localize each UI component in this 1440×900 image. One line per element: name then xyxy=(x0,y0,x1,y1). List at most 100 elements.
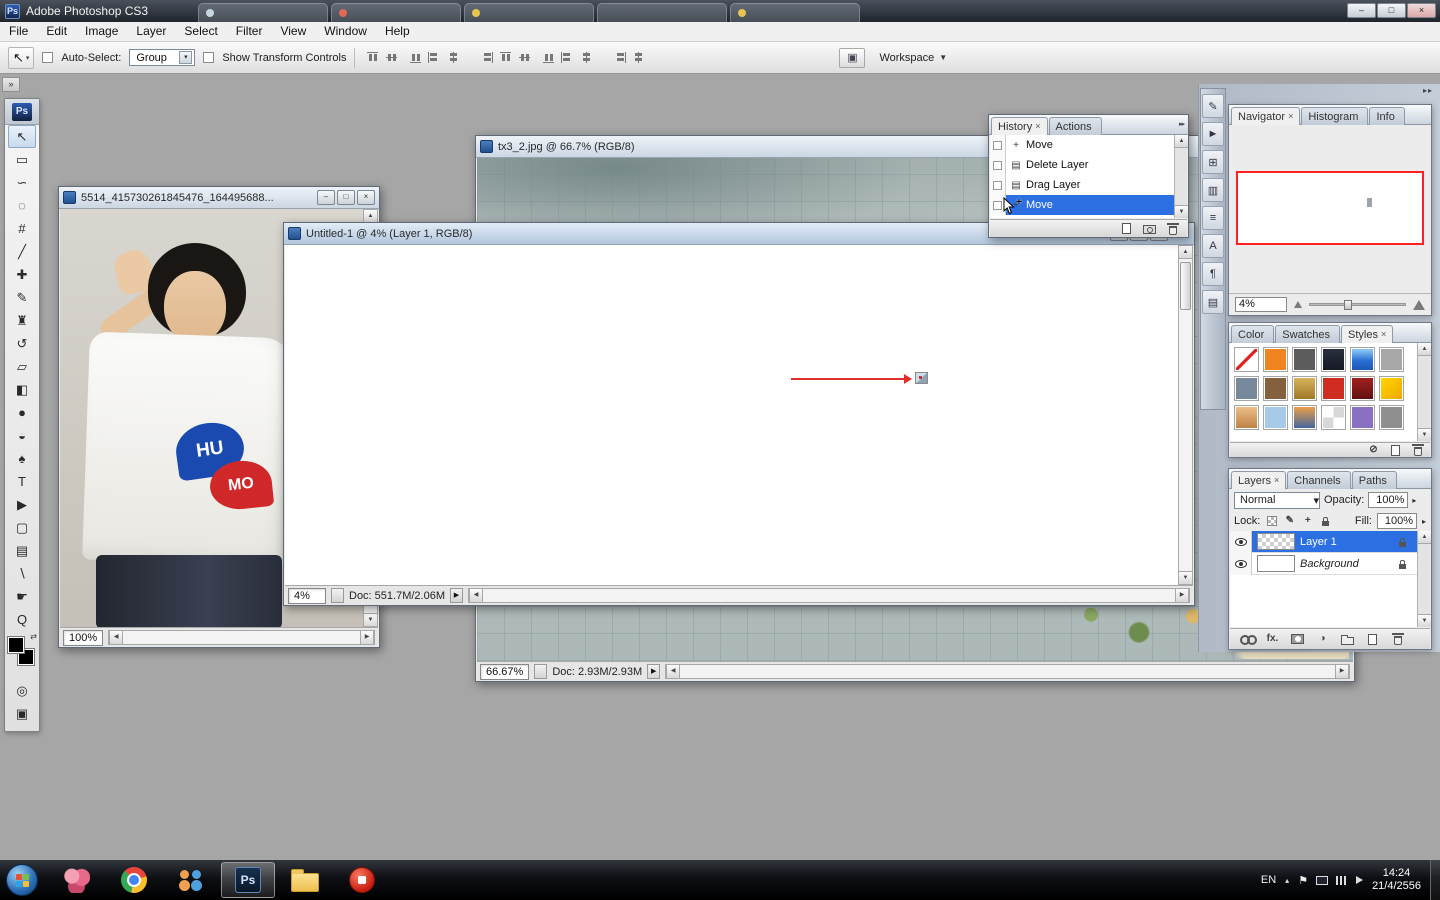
history-state[interactable]: ▤ Delete Layer xyxy=(990,155,1174,175)
blur-tool[interactable]: ● xyxy=(8,401,36,424)
bridge-button[interactable]: ▣ xyxy=(839,47,866,68)
align-vertical-centers-icon[interactable] xyxy=(384,51,399,64)
history-state[interactable]: ▤ Drag Layer xyxy=(990,175,1174,195)
link-layers-icon[interactable] xyxy=(1240,632,1257,647)
style-purple[interactable] xyxy=(1350,405,1375,430)
menu-item[interactable]: Filter xyxy=(227,22,272,40)
rectangular-marquee-tool[interactable]: ▭ xyxy=(8,148,36,171)
action-center-icon[interactable]: ⚑ xyxy=(1298,874,1308,887)
align-horizontal-centers-icon[interactable] xyxy=(446,51,461,64)
style-dark-texture[interactable] xyxy=(1321,347,1346,372)
panel-tab[interactable]: History × xyxy=(991,117,1048,135)
panel-tab[interactable]: Color xyxy=(1231,325,1275,343)
scroll-up-icon[interactable]: ▲ xyxy=(1418,531,1431,544)
scroll-left-icon[interactable]: ◀ xyxy=(469,589,483,602)
scroll-right-icon[interactable]: ▶ xyxy=(1335,665,1349,678)
style-gold[interactable] xyxy=(1292,376,1317,401)
show-transform-controls-checkbox[interactable] xyxy=(203,52,215,63)
history-source-well[interactable] xyxy=(990,175,1006,195)
panel-scrollbar[interactable]: ▲ ▼ xyxy=(1417,531,1431,627)
quick-selection-tool[interactable]: ◌ xyxy=(8,194,36,217)
canvas-untitled[interactable] xyxy=(285,245,1178,585)
panel-tab[interactable]: Actions xyxy=(1048,117,1102,135)
new-document-from-state-icon[interactable] xyxy=(1120,221,1133,236)
move-tool[interactable]: ↖ xyxy=(8,125,36,148)
background-browser-tab[interactable] xyxy=(730,3,860,22)
blend-mode-dropdown[interactable]: Normal ▾ xyxy=(1234,491,1320,509)
maximize-button[interactable]: □ xyxy=(337,190,355,205)
add-layer-mask-icon[interactable] xyxy=(1291,632,1304,647)
navigator-proxy-view[interactable] xyxy=(1236,171,1424,245)
background-browser-tab[interactable] xyxy=(331,3,461,22)
close-button[interactable]: × xyxy=(1407,3,1436,18)
navigator-zoom-input[interactable]: 4% xyxy=(1235,297,1287,312)
taskbar-pink-app[interactable] xyxy=(50,862,104,898)
menu-item[interactable]: Select xyxy=(175,22,226,40)
menu-item[interactable]: Window xyxy=(315,22,376,40)
zoom-tool[interactable]: Q xyxy=(8,608,36,631)
status-grip[interactable] xyxy=(534,664,548,679)
style-transparent[interactable] xyxy=(1321,405,1346,430)
notes-tool[interactable]: ▤ xyxy=(8,539,36,562)
style-red[interactable] xyxy=(1321,376,1346,401)
scroll-up-icon[interactable]: ▲ xyxy=(1418,343,1431,356)
style-yellow[interactable] xyxy=(1379,376,1404,401)
auto-select-mode-dropdown[interactable]: Group ▾ xyxy=(129,49,196,66)
delete-state-icon[interactable] xyxy=(1166,221,1179,236)
lock-position-icon[interactable]: + xyxy=(1301,514,1314,529)
history-source-well[interactable] xyxy=(990,135,1006,155)
horizontal-scrollbar[interactable]: ◀ ▶ xyxy=(665,664,1350,679)
app-titlebar[interactable]: Ps Adobe Photoshop CS3 – □ × xyxy=(0,0,1440,22)
minimize-button[interactable]: – xyxy=(1347,3,1376,18)
distribute-top-edges-icon[interactable] xyxy=(498,51,513,64)
window-titlebar[interactable]: 5514_415730261845476_164495688... – □ × xyxy=(59,187,379,209)
delete-style-icon[interactable] xyxy=(1411,443,1424,458)
menu-item[interactable]: Layer xyxy=(127,22,175,40)
style-maroon[interactable] xyxy=(1350,376,1375,401)
tool-preset-picker[interactable]: ↖ ▾ xyxy=(8,46,35,69)
taskbar-red-app[interactable] xyxy=(335,862,389,898)
style-sunset[interactable] xyxy=(1292,405,1317,430)
lock-image-pixels-icon[interactable]: ✎ xyxy=(1283,514,1296,529)
panel-tab[interactable]: Layers × xyxy=(1231,471,1287,489)
style-brown[interactable] xyxy=(1263,376,1288,401)
style-orange[interactable] xyxy=(1263,347,1288,372)
scrollbar-thumb[interactable] xyxy=(1180,262,1191,310)
slice-tool[interactable]: ╱ xyxy=(8,240,36,263)
quick-mask-button[interactable]: ◎ xyxy=(8,679,36,702)
panel-tab[interactable]: Styles × xyxy=(1341,325,1394,343)
panel-menu-icon[interactable]: ▸▸ xyxy=(1179,120,1185,128)
close-panel-icon[interactable]: × xyxy=(1288,111,1293,125)
collapse-dock-icon[interactable]: ▸▸ xyxy=(1423,86,1433,95)
path-selection-tool[interactable]: ▶ xyxy=(8,493,36,516)
shape-tool[interactable]: ▢ xyxy=(8,516,36,539)
auto-select-checkbox[interactable] xyxy=(42,52,54,63)
new-group-icon[interactable] xyxy=(1341,632,1354,647)
pasted-image-thumbnail[interactable] xyxy=(915,372,928,384)
style-blue-glass[interactable] xyxy=(1350,347,1375,372)
zoom-slider[interactable] xyxy=(1309,300,1406,310)
fill-value[interactable]: 100% xyxy=(1376,513,1417,529)
brushes-panel-icon[interactable]: ✎ xyxy=(1202,94,1224,118)
scroll-down-icon[interactable]: ▼ xyxy=(1418,614,1431,627)
taskbar-people-app[interactable] xyxy=(164,862,218,898)
distribute-left-edges-icon[interactable] xyxy=(560,51,575,64)
panel-scrollbar[interactable]: ▲ ▼ xyxy=(1174,135,1188,218)
visibility-toggle[interactable] xyxy=(1230,531,1252,553)
opacity-value[interactable]: 100% xyxy=(1368,492,1409,508)
maximize-button[interactable]: □ xyxy=(1377,3,1406,18)
pen-tool[interactable]: ♠ xyxy=(8,447,36,470)
lock-all-icon[interactable] xyxy=(1319,514,1332,529)
menu-item[interactable]: Image xyxy=(76,22,127,40)
zoom-slider-thumb[interactable] xyxy=(1344,300,1353,310)
volume-icon[interactable] xyxy=(1356,876,1364,884)
new-style-icon[interactable] xyxy=(1389,443,1402,458)
panel-tab[interactable]: Info xyxy=(1369,107,1405,125)
histogram-panel-icon[interactable]: ▥ xyxy=(1202,178,1224,202)
zoom-level[interactable]: 100% xyxy=(63,629,104,646)
layer-row[interactable]: Layer 1 xyxy=(1230,531,1417,553)
style-slate[interactable] xyxy=(1234,376,1259,401)
style-dark-gray[interactable] xyxy=(1292,347,1317,372)
character-panel-icon[interactable]: A xyxy=(1202,234,1224,258)
layer-style-icon[interactable]: fx. xyxy=(1266,632,1279,647)
